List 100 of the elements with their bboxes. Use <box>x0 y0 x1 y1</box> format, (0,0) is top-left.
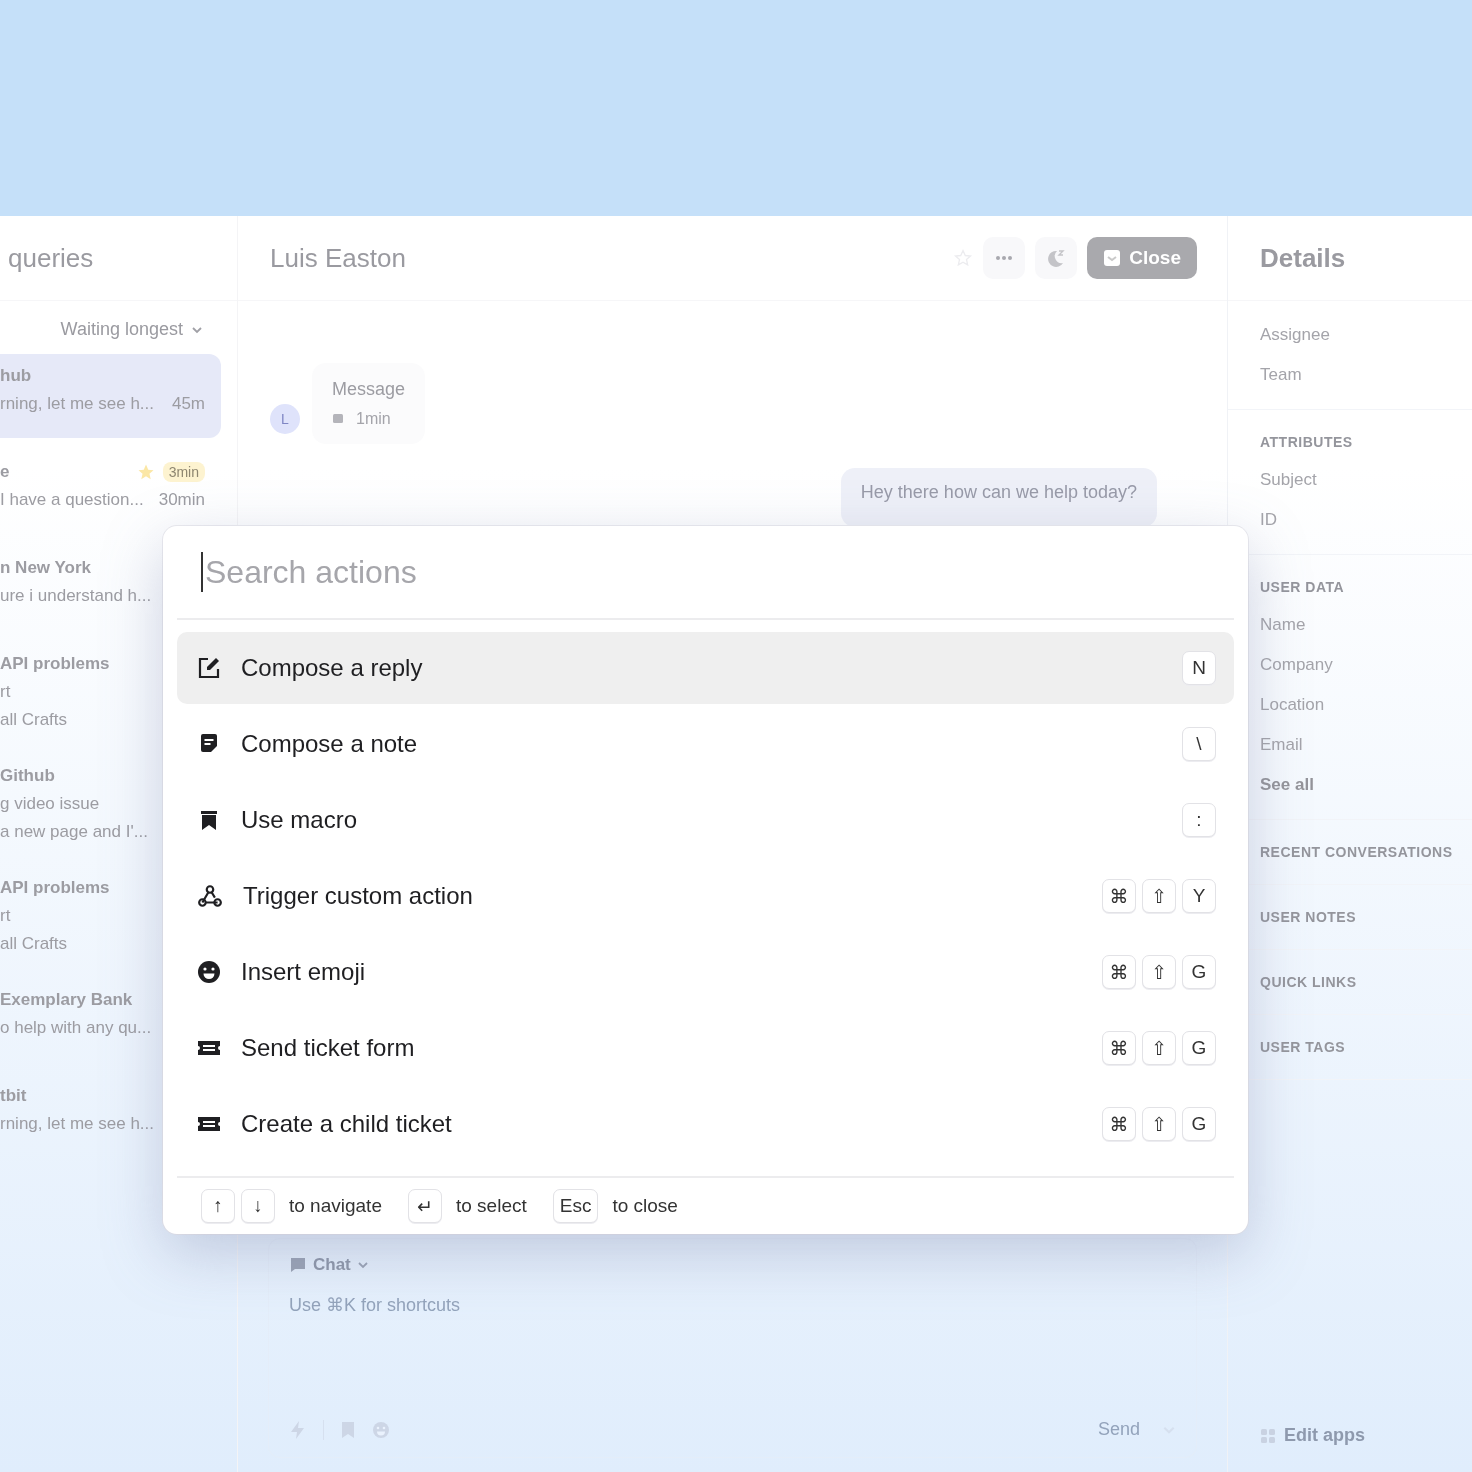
time-label: 45m <box>171 394 205 414</box>
detail-label: Name <box>1260 615 1307 635</box>
key-hint: G <box>1182 1031 1216 1065</box>
message-preview: rt <box>0 906 12 926</box>
message-preview: o help with any qu... <box>0 1018 153 1038</box>
channel-dropdown[interactable]: Chat <box>289 1255 1176 1275</box>
action-label: Insert emoji <box>241 958 366 986</box>
snooze-button[interactable] <box>1035 237 1078 279</box>
section-title[interactable]: QUICK LINKS <box>1260 974 1472 990</box>
webhook-icon <box>197 883 223 909</box>
message-preview: g video issue <box>0 794 101 814</box>
compose-icon <box>197 656 221 680</box>
message-preview: a new page and I'... <box>0 822 149 842</box>
action-label: Create a child ticket <box>241 1110 452 1138</box>
hint-label: to navigate <box>289 1195 382 1217</box>
see-all-link[interactable]: See all <box>1260 775 1472 795</box>
more-icon <box>994 255 1015 261</box>
key-hint: ⌘ <box>1102 879 1136 913</box>
chat-icon <box>332 413 344 425</box>
message-preview: I have a question... <box>0 490 145 510</box>
text-caret <box>201 552 203 592</box>
bolt-icon[interactable] <box>289 1419 307 1440</box>
action-item[interactable]: Trigger custom action ⌘ ⇧ Y <box>177 860 1234 932</box>
key-hint: N <box>1182 651 1216 685</box>
key-hint: G <box>1182 955 1216 989</box>
key-hint: ⌘ <box>1102 1107 1136 1141</box>
detail-label: ID <box>1260 510 1278 530</box>
key-hint: Esc <box>552 1189 599 1223</box>
key-hint: ⇧ <box>1142 1031 1176 1065</box>
message-preview: ure i understand h... <box>0 586 153 606</box>
key-hint: \ <box>1182 727 1216 761</box>
conversation-title: Luis Easton <box>270 242 406 274</box>
action-item[interactable]: Use macro : <box>177 784 1234 856</box>
wait-badge: 3min <box>162 462 205 482</box>
moon-icon <box>1046 248 1067 268</box>
chat-icon <box>289 1256 307 1274</box>
conversation-name: e <box>0 462 11 482</box>
action-item[interactable]: Compose a reply N <box>177 632 1234 704</box>
detail-label: Location <box>1260 695 1326 715</box>
key-hint: ⇧ <box>1142 879 1176 913</box>
section-title[interactable]: USER NOTES <box>1260 909 1472 925</box>
action-label: Send ticket form <box>241 1034 415 1062</box>
hint-label: to close <box>612 1195 678 1217</box>
detail-label: Team <box>1260 365 1303 385</box>
key-hint: G <box>1182 1107 1216 1141</box>
action-label: Compose a note <box>241 730 418 758</box>
action-item[interactable]: Send ticket form ⌘ ⇧ G <box>177 1012 1234 1084</box>
conversation-item[interactable]: e 3min I have a question... 30min <box>0 450 221 534</box>
key-hint: : <box>1182 803 1216 837</box>
emoji-icon <box>197 960 221 984</box>
message-input[interactable]: Use ⌘K for shortcuts <box>289 1295 889 1316</box>
more-button[interactable] <box>983 237 1026 279</box>
send-button[interactable]: Send <box>1091 1418 1146 1441</box>
conversation-name: tbit <box>0 1086 28 1106</box>
message-preview: all Crafts <box>0 710 69 730</box>
key-hint: ↑ <box>201 1189 235 1223</box>
inbox-icon <box>1103 249 1122 267</box>
conversation-name: Github <box>0 766 56 786</box>
key-hint: ⌘ <box>1102 1031 1136 1065</box>
key-hint: Y <box>1182 879 1216 913</box>
chevron-icon <box>356 1259 369 1271</box>
reply-bubble: Hey there how can we help today? <box>840 468 1157 527</box>
section-title[interactable]: RECENT CONVERSATIONS <box>1260 844 1472 860</box>
time-label: 30min <box>158 490 205 510</box>
action-item[interactable]: Create a child ticket ⌘ ⇧ G <box>177 1088 1234 1160</box>
hint-label: to select <box>455 1195 527 1217</box>
conversation-name: n New York <box>0 558 92 578</box>
sort-dropdown[interactable]: Waiting longest <box>60 319 203 340</box>
close-button[interactable]: Close <box>1087 237 1197 279</box>
section-title[interactable]: USER TAGS <box>1260 1039 1472 1055</box>
emoji-icon[interactable] <box>372 1420 390 1439</box>
action-label: Compose a reply <box>241 654 423 682</box>
conversation-name: Exemplary Bank <box>0 990 134 1010</box>
conversation-name: hub <box>0 366 33 386</box>
conversation-name: API problems <box>0 878 111 898</box>
conversation-item[interactable]: hub rning, let me see h... 45m <box>0 354 221 438</box>
key-hint: ⌘ <box>1102 955 1136 989</box>
avatar: L <box>270 404 300 434</box>
action-label: Trigger custom action <box>243 882 473 910</box>
message-preview: rning, let me see h... <box>0 1114 156 1134</box>
detail-label: Company <box>1260 655 1334 675</box>
inbox-title: queries <box>7 242 94 274</box>
action-item[interactable]: Insert emoji ⌘ ⇧ G <box>177 936 1234 1008</box>
detail-label: Assignee <box>1260 325 1331 345</box>
detail-label: Subject <box>1260 470 1318 490</box>
conversation-name: API problems <box>0 654 111 674</box>
message-preview: all Crafts <box>0 934 69 954</box>
message-preview: rt <box>0 682 12 702</box>
key-hint: ↓ <box>241 1189 275 1223</box>
message-text: Message <box>332 379 406 400</box>
time-label: 1min <box>356 410 391 428</box>
key-hint: ⇧ <box>1142 955 1176 989</box>
key-hint: ↵ <box>407 1189 442 1223</box>
message-preview: rning, let me see h... <box>0 394 156 414</box>
action-item[interactable]: Compose a note \ <box>177 708 1234 780</box>
detail-label: Email <box>1260 735 1304 755</box>
bookmark-icon[interactable] <box>340 1420 356 1439</box>
section-title[interactable]: ATTRIBUTES <box>1260 434 1472 450</box>
section-title[interactable]: USER DATA <box>1260 579 1472 595</box>
edit-apps-link[interactable]: Edit apps <box>1228 1425 1472 1446</box>
